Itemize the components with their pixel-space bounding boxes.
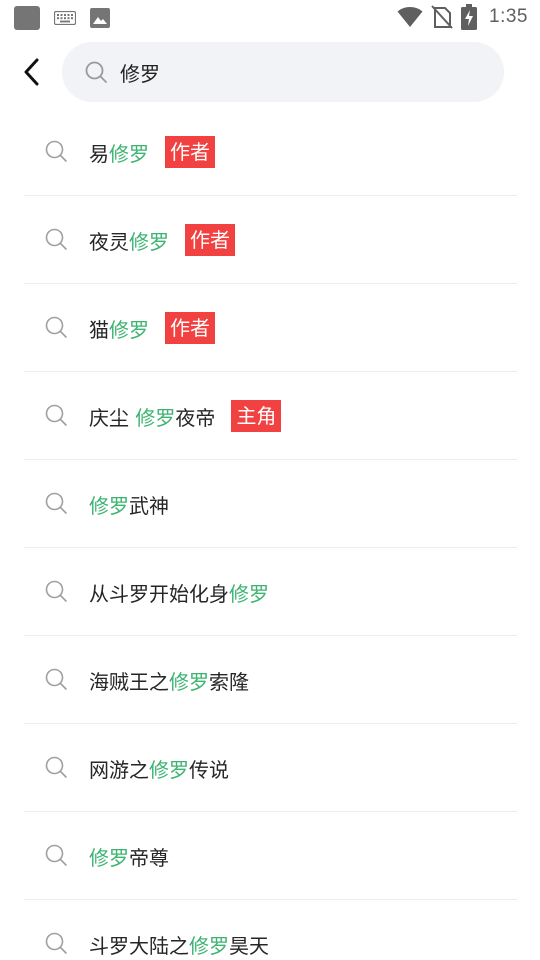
suggestion-text-part: 索隆 — [209, 669, 249, 694]
suggestion-text-part: 易 — [89, 141, 109, 166]
suggestion-text: 斗罗大陆之 修罗 昊天 — [89, 900, 269, 960]
highlighted-keyword: 修罗 — [89, 493, 129, 518]
highlighted-keyword: 修罗 — [169, 669, 209, 694]
suggestion-text-part: 网游之 — [89, 757, 149, 782]
suggestion-item[interactable]: 修罗 帝尊 — [24, 812, 517, 900]
highlighted-keyword: 修罗 — [189, 933, 229, 958]
suggestion-item[interactable]: 海贼王之 修罗 索隆 — [24, 636, 517, 724]
suggestion-text: 夜灵 修罗 作者 — [89, 196, 235, 284]
suggestion-text: 从斗罗开始化身 修罗 — [89, 548, 269, 636]
suggestion-text-part: 海贼王之 — [89, 669, 169, 694]
suggestion-item[interactable]: 庆尘 修罗 夜帝 主角 — [24, 372, 517, 460]
suggestion-item[interactable]: 夜灵 修罗 作者 — [24, 196, 517, 284]
search-bar[interactable] — [62, 42, 504, 102]
highlighted-keyword: 修罗 — [135, 405, 176, 430]
suggestion-text-part: 夜帝 — [175, 405, 216, 430]
highlighted-keyword: 修罗 — [149, 757, 189, 782]
back-arrow-icon — [24, 58, 39, 86]
suggestion-text: 猫修罗 作者 — [89, 284, 215, 372]
no-sim-icon — [431, 5, 453, 29]
suggestion-text-part: 夜灵 — [89, 229, 129, 254]
suggestion-item[interactable]: 修罗 武神 — [24, 460, 517, 548]
search-input[interactable] — [120, 60, 460, 84]
battery-charging-icon — [461, 4, 478, 30]
search-icon — [45, 316, 67, 338]
suggestion-text-part: 猫 — [89, 317, 109, 342]
suggestion-text-part: 庆尘 — [89, 405, 136, 430]
suggestion-text: 庆尘 修罗 夜帝 主角 — [89, 372, 282, 460]
suggestion-text-part: 昊天 — [229, 933, 269, 958]
suggestion-item[interactable]: 猫修罗 作者 — [24, 284, 517, 372]
suggestion-text-part: 武神 — [129, 493, 169, 518]
keyboard-icon — [54, 11, 76, 25]
search-icon — [45, 228, 67, 250]
image-icon — [90, 8, 110, 28]
status-bar: 1:35 — [0, 0, 540, 36]
search-icon — [45, 844, 67, 866]
wifi-icon — [397, 7, 423, 27]
suggestion-text: 易修罗 作者 — [89, 108, 215, 196]
type-tag: 作者 — [185, 224, 235, 256]
suggestion-item[interactable]: 从斗罗开始化身 修罗 — [24, 548, 517, 636]
search-icon — [45, 404, 67, 426]
suggestion-text-part: 从斗罗开始化身 — [89, 581, 229, 606]
type-tag: 作者 — [165, 312, 215, 344]
suggestion-item[interactable]: 斗罗大陆之 修罗 昊天 — [24, 900, 517, 960]
type-tag: 作者 — [165, 136, 215, 168]
suggestion-item[interactable]: 易修罗 作者 — [24, 108, 517, 196]
highlighted-keyword: 修罗 — [109, 317, 149, 342]
search-icon — [45, 756, 67, 778]
highlighted-keyword: 修罗 — [129, 229, 169, 254]
back-button[interactable] — [14, 54, 50, 90]
suggestion-list: 易修罗 作者 夜灵 修罗 作者猫修罗 作者 庆尘 修罗 夜帝 主角 修罗 武神 从斗罗开始化身 修罗 海贼… — [24, 108, 517, 960]
suggestion-text: 网游之 修罗 传说 — [89, 724, 229, 812]
highlighted-keyword: 修罗 — [89, 845, 129, 870]
search-icon — [45, 140, 67, 162]
search-icon — [45, 580, 67, 602]
search-icon — [45, 668, 67, 690]
status-time: 1:35 — [489, 6, 528, 27]
suggestion-text: 海贼王之 修罗 索隆 — [89, 636, 249, 724]
highlighted-keyword: 修罗 — [109, 141, 149, 166]
suggestion-text-part: 斗罗大陆之 — [89, 933, 189, 958]
suggestion-text-part: 传说 — [189, 757, 229, 782]
suggestion-text: 修罗 武神 — [89, 460, 169, 548]
search-icon — [45, 932, 67, 954]
app-square-icon — [14, 6, 40, 30]
status-bar-right: 1:35 — [397, 4, 528, 30]
highlighted-keyword: 修罗 — [229, 581, 269, 606]
search-icon — [85, 61, 107, 83]
suggestion-text-part: 帝尊 — [129, 845, 169, 870]
status-bar-left — [14, 6, 110, 30]
suggestion-item[interactable]: 网游之 修罗 传说 — [24, 724, 517, 812]
type-tag: 主角 — [231, 400, 282, 432]
suggestion-text: 修罗 帝尊 — [89, 812, 169, 900]
search-icon — [45, 492, 67, 514]
